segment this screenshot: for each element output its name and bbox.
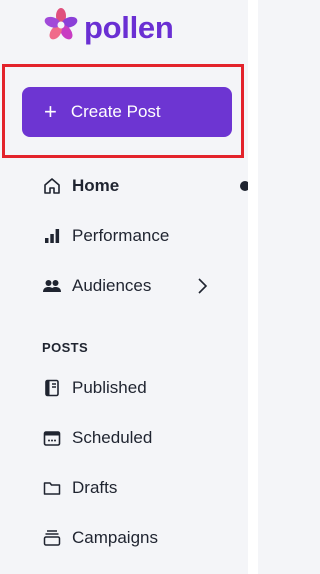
create-post-label: Create Post [70,102,161,121]
create-post-button[interactable]: + Create Post [22,87,232,137]
flower-logo-icon [42,6,80,49]
sidebar-item-label: Scheduled [72,428,153,447]
sidebar-item-label: Campaigns [72,528,158,547]
campaign-stack-icon [42,528,62,548]
sidebar: pollen + Create Post Home Performance Au… [0,0,250,574]
chevron-right-icon[interactable] [196,277,208,300]
sidebar-item-label: Published [72,378,147,397]
sidebar-item-label: Drafts [72,478,118,497]
plus-icon: + [44,99,57,124]
sidebar-item-published[interactable]: Published [42,374,242,402]
sidebar-item-home[interactable]: Home [42,172,242,200]
home-icon [42,176,62,196]
sidebar-item-label: Audiences [72,276,152,295]
sidebar-item-label: Performance [72,226,170,245]
bar-chart-icon [42,226,62,246]
brand-name: pollen [84,9,174,45]
sidebar-item-performance[interactable]: Performance [42,222,242,250]
sidebar-item-scheduled[interactable]: Scheduled [42,424,242,452]
sidebar-item-audiences[interactable]: Audiences [42,272,242,300]
folder-icon [42,478,62,498]
users-icon [42,276,62,296]
sidebar-item-label: Home [72,176,120,195]
scrollbar-track[interactable] [248,0,258,574]
sidebar-item-drafts[interactable]: Drafts [42,474,242,502]
section-heading-posts: POSTS [42,340,89,355]
calendar-icon [42,428,62,448]
pollen-logo[interactable]: pollen [42,6,174,49]
sidebar-item-campaigns[interactable]: Campaigns [42,524,242,552]
published-book-icon [42,378,62,398]
